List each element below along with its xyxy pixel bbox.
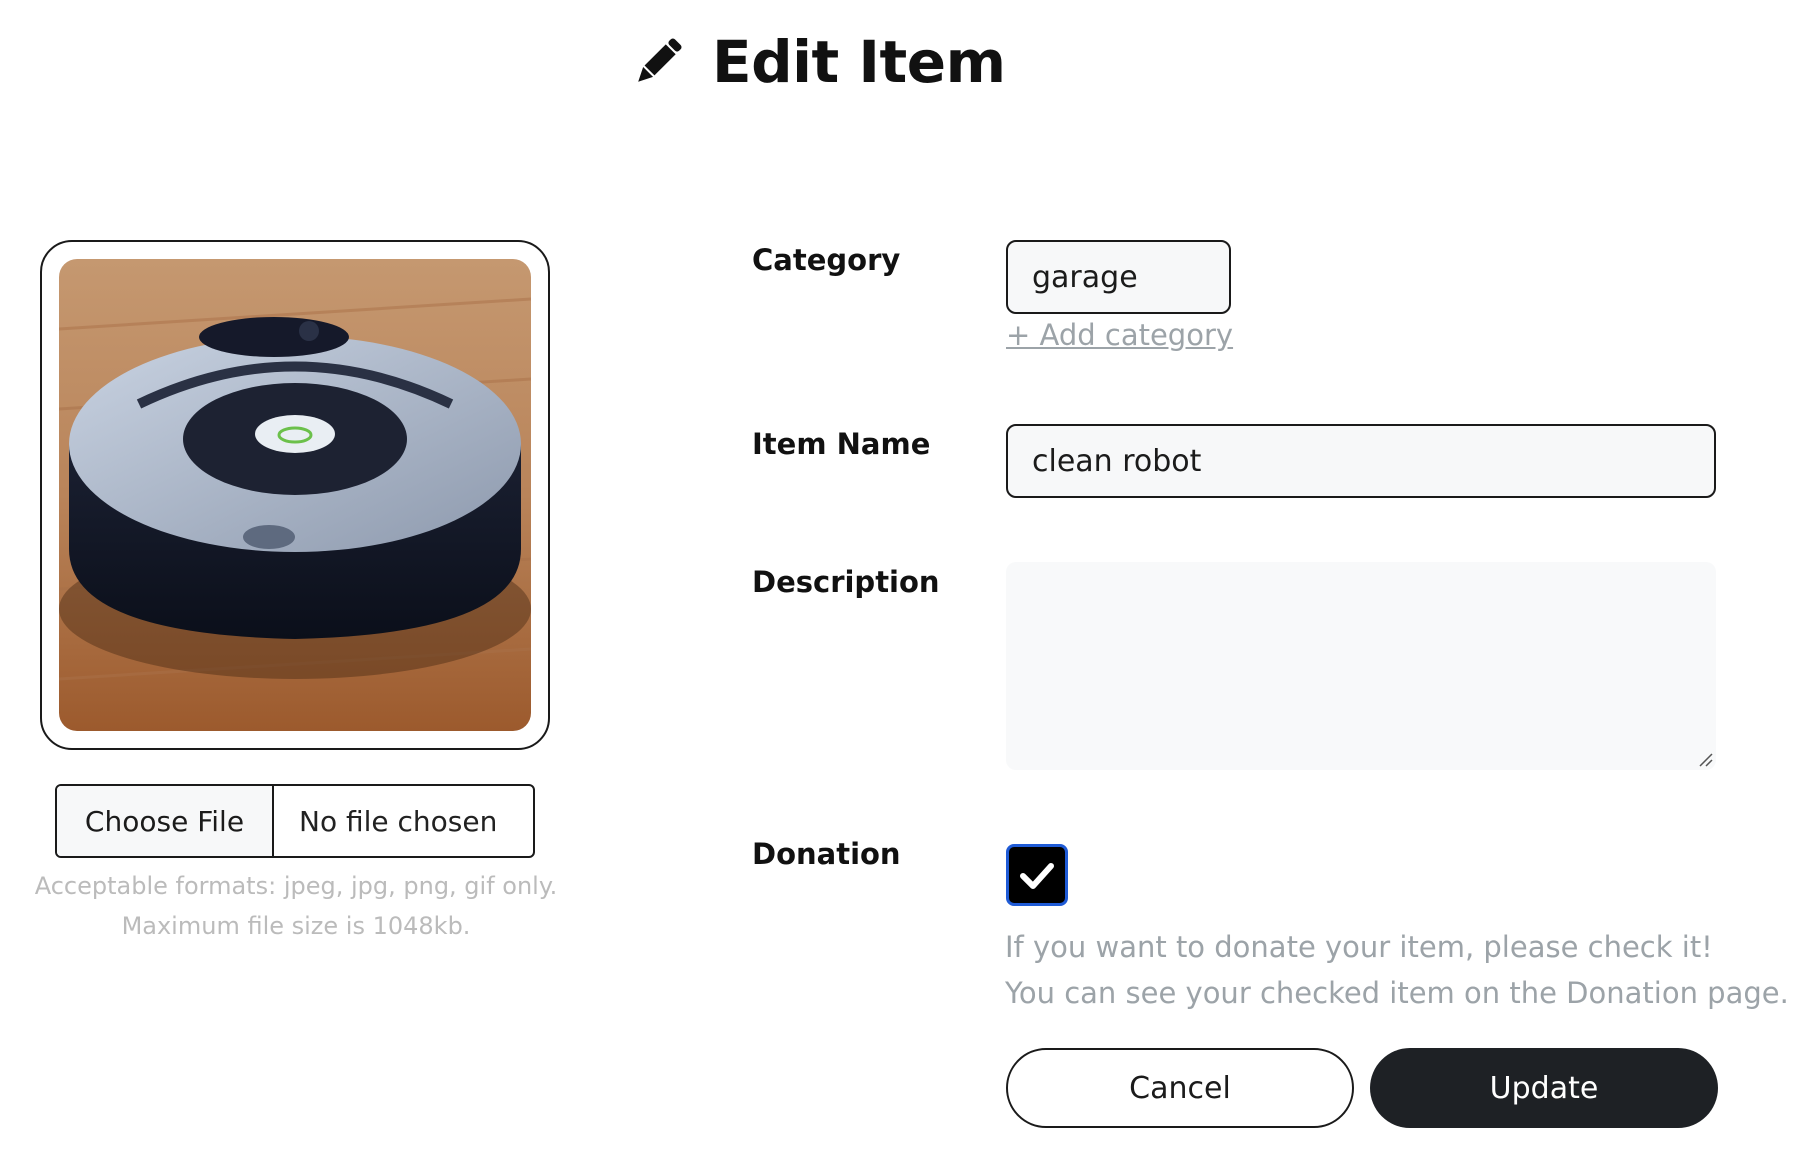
page-header: Edit Item (632, 22, 1006, 102)
description-label: Description (752, 565, 940, 599)
edit-item-page: Edit Item Choose File No file chosen Acc… (0, 0, 1818, 1176)
category-select[interactable]: garage (1006, 240, 1231, 314)
item-name-label: Item Name (752, 427, 931, 461)
category-label: Category (752, 243, 901, 277)
donation-checkbox[interactable] (1006, 844, 1068, 906)
file-format-hint-line2: Maximum file size is 1048kb. (121, 912, 471, 940)
description-textarea[interactable] (1006, 562, 1716, 770)
checkmark-icon (1020, 863, 1054, 889)
page-title: Edit Item (712, 28, 1006, 96)
item-image (59, 259, 531, 731)
file-input[interactable]: Choose File No file chosen (55, 784, 535, 858)
cancel-button[interactable]: Cancel (1006, 1048, 1354, 1128)
choose-file-button[interactable]: Choose File (57, 786, 274, 856)
donation-hint-line2: You can see your checked item on the Don… (1005, 976, 1789, 1010)
file-status-text: No file chosen (299, 804, 498, 838)
donation-hint-line1: If you want to donate your item, please … (1005, 930, 1713, 964)
update-button[interactable]: Update (1370, 1048, 1718, 1128)
file-format-hint: Acceptable formats: jpeg, jpg, png, gif … (0, 866, 592, 946)
item-name-input[interactable]: clean robot (1006, 424, 1716, 498)
add-category-link[interactable]: + Add category (1006, 318, 1233, 352)
pencil-icon (638, 38, 682, 82)
item-image-frame (40, 240, 550, 750)
donation-hint: If you want to donate your item, please … (1005, 924, 1789, 1016)
resize-handle-icon[interactable] (1696, 750, 1714, 768)
file-format-hint-line1: Acceptable formats: jpeg, jpg, png, gif … (34, 872, 558, 900)
donation-label: Donation (752, 837, 901, 871)
